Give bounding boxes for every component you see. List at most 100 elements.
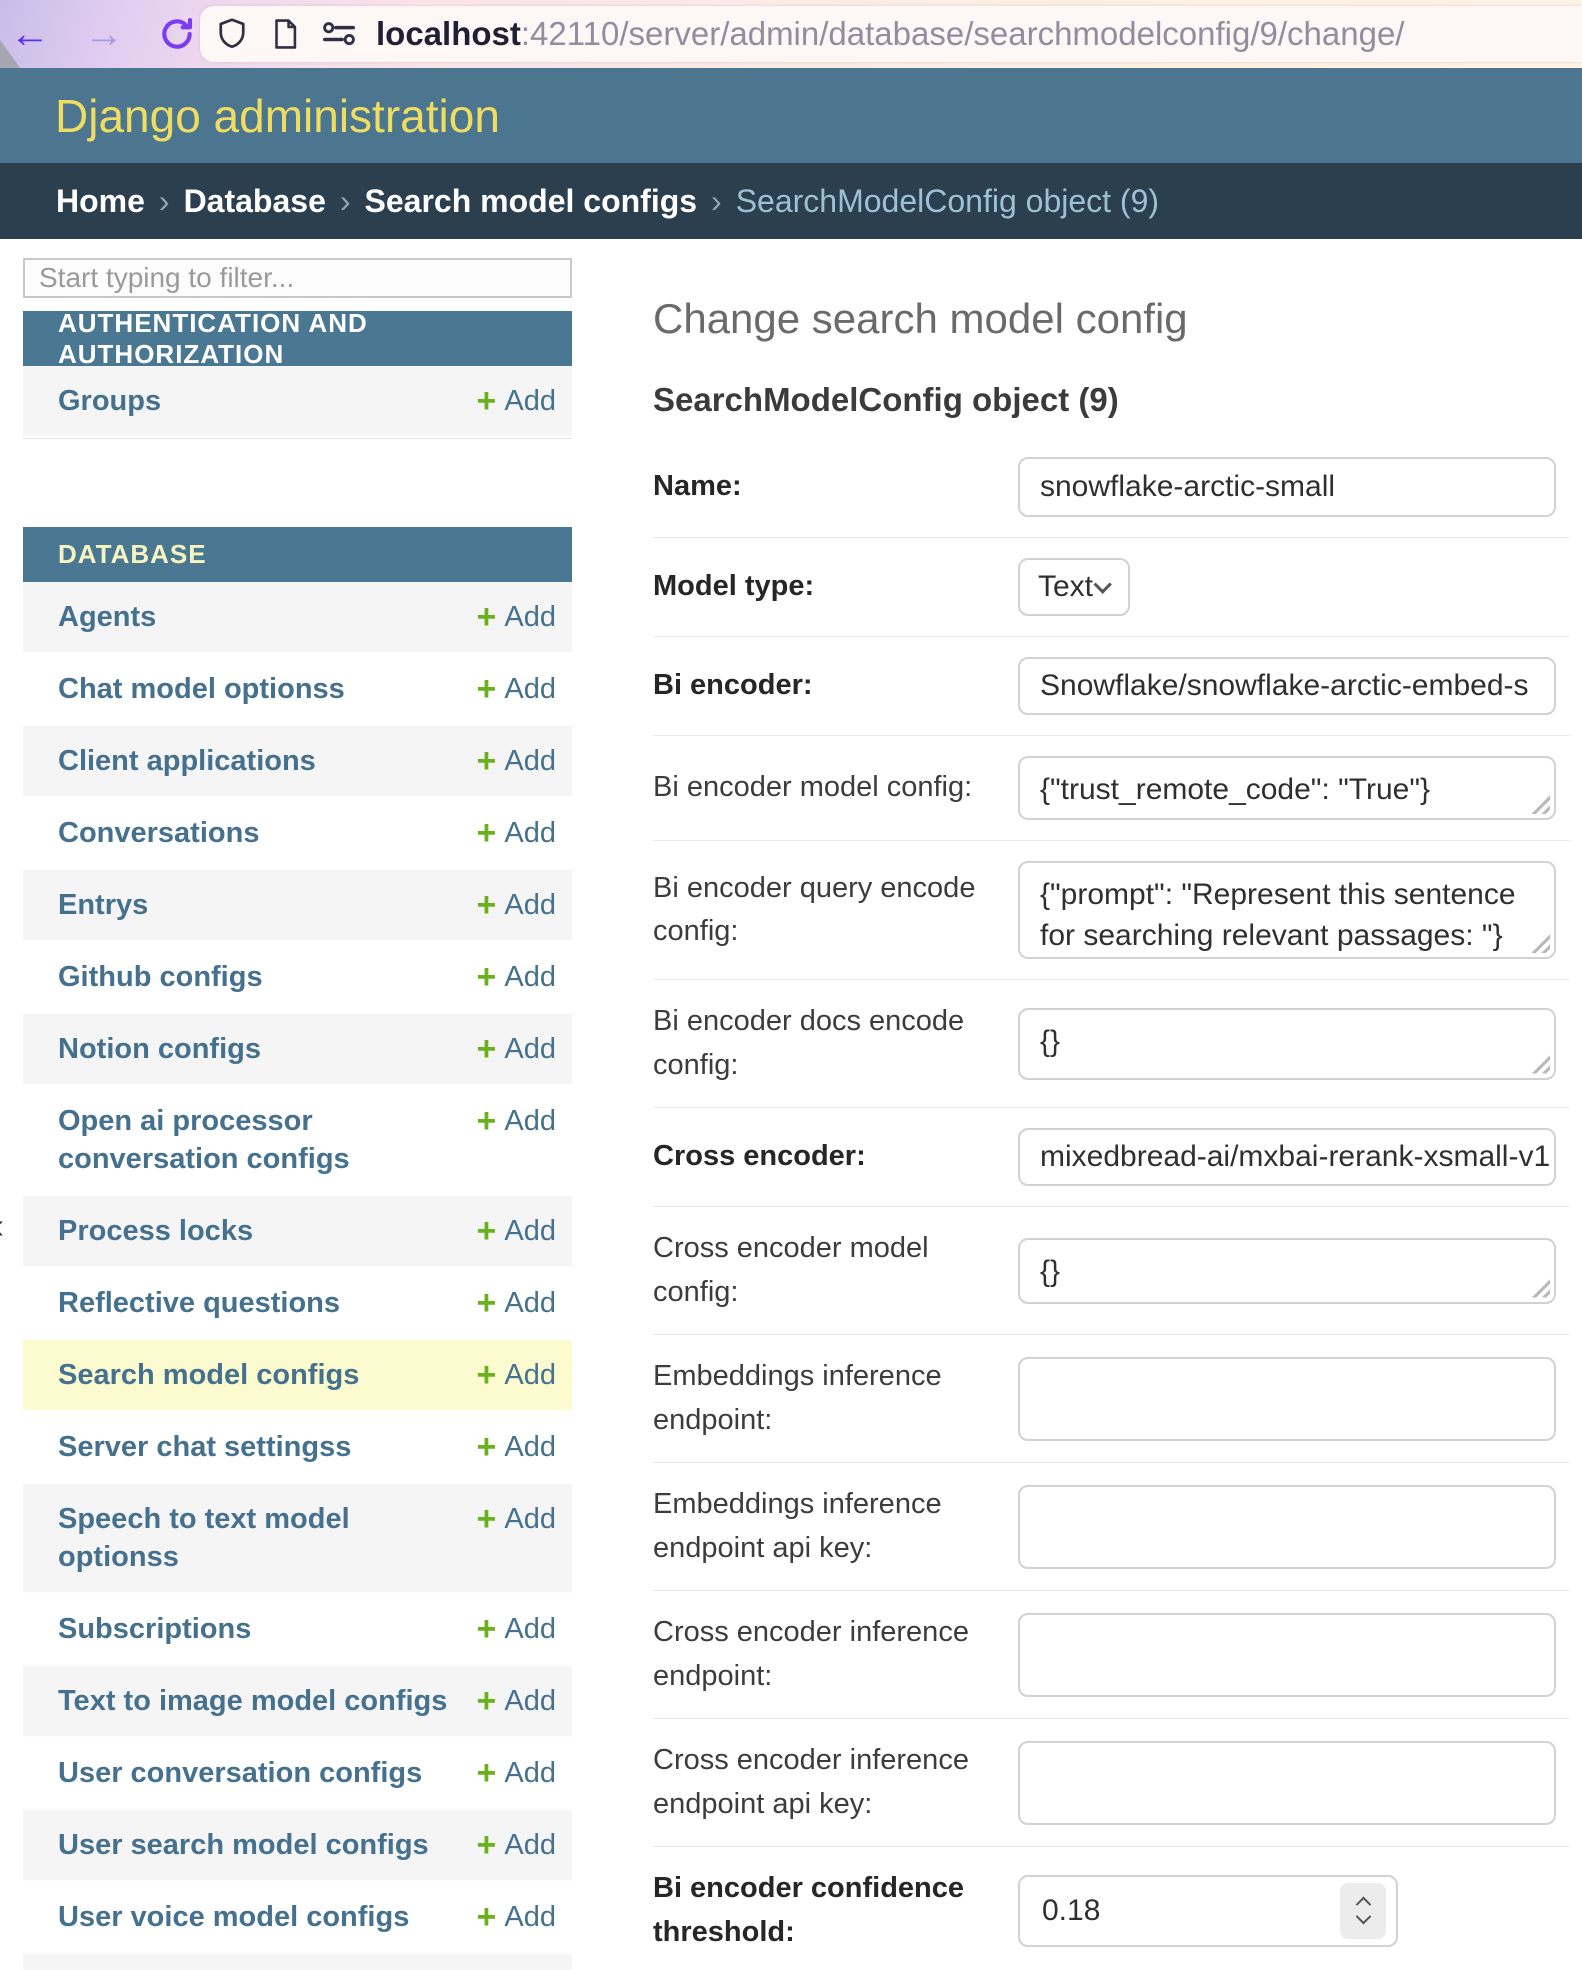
sidebar-item-server-chat-settingss[interactable]: Server chat settingss +Add [23,1412,572,1484]
add-link[interactable]: +Add [477,382,556,420]
sidebar-model-link[interactable]: Groups [58,382,161,420]
sidebar-model-link[interactable]: Subscriptions [58,1610,251,1648]
add-link[interactable]: +Add [477,742,556,780]
field-select[interactable]: Text [1018,558,1130,616]
sidebar-model-link[interactable]: User conversation configs [58,1754,422,1792]
sidebar-item-entrys[interactable]: Entrys +Add [23,870,572,942]
plus-icon: + [477,1104,497,1138]
reload-button[interactable] [158,15,196,53]
sidebar-model-link[interactable]: Conversations [58,814,259,852]
sidebar-model-link[interactable]: Notion configs [58,1030,261,1068]
form-row: Cross encoder inference endpoint api key… [653,1719,1570,1847]
sidebar-item-chat-model-optionss[interactable]: Chat model optionss +Add [23,654,572,726]
field-textarea[interactable]: {} [1018,1238,1556,1304]
spinner-down-icon[interactable] [1355,1909,1371,1925]
permissions-toggles-icon[interactable] [320,15,358,53]
add-link[interactable]: +Add [477,1356,556,1394]
sidebar-model-link[interactable]: Reflective questions [58,1284,340,1322]
add-link[interactable]: +Add [477,1610,556,1648]
add-link[interactable]: +Add [477,814,556,852]
sidebar-item-groups[interactable]: Groups +Add [23,366,572,438]
field-input[interactable]: snowflake-arctic-small [1018,457,1556,517]
sidebar-model-link[interactable]: Client applications [58,742,316,780]
resize-handle-icon[interactable] [1528,1052,1550,1074]
add-link[interactable]: +Add [477,1500,556,1538]
sidebar-item-agents[interactable]: Agents +Add [23,582,572,654]
add-link[interactable]: +Add [477,1754,556,1792]
add-link[interactable]: +Add [477,1898,556,1936]
sidebar-item-open-ai-processor-conversation-configs[interactable]: Open ai processor conversation configs+A… [23,1086,572,1196]
sidebar-item-user-conversation-configs[interactable]: User conversation configs +Add [23,1738,572,1810]
sidebar-model-link[interactable]: Process locks [58,1212,253,1250]
url-text[interactable]: localhost:42110/server/admin/database/se… [376,15,1404,53]
resize-handle-icon[interactable] [1528,792,1550,814]
sidebar-model-link[interactable]: Open ai processor conversation configs [58,1102,477,1178]
sidebar-item-user-voice-model-configs[interactable]: User voice model configs +Add [23,1882,572,1954]
add-label: Add [504,1610,556,1648]
url-host: localhost [376,15,521,52]
breadcrumb-link[interactable]: Database [184,183,326,220]
add-link[interactable]: +Add [477,1682,556,1720]
field-input[interactable] [1018,1485,1556,1569]
field-textarea[interactable]: {} [1018,1008,1556,1080]
add-link[interactable]: +Add [477,1826,556,1864]
sidebar-item-text-to-image-model-configs[interactable]: Text to image model configs +Add [23,1666,572,1738]
forward-button[interactable]: → [84,14,124,54]
url-path: :42110/server/admin/database/searchmodel… [521,15,1405,52]
sidebar-model-link[interactable]: Agents [58,598,156,636]
sidebar-item-user-search-model-configs[interactable]: User search model configs +Add [23,1810,572,1882]
sidebar-model-link[interactable]: Entrys [58,886,148,924]
sidebar-model-link[interactable]: Search model configs [58,1356,359,1394]
browser-toolbar: ← → [0,0,1582,68]
sidebar-item-client-applications[interactable]: Client applications +Add [23,726,572,798]
sidebar-item-notion-configs[interactable]: Notion configs +Add [23,1014,572,1086]
field-input[interactable] [1018,1741,1556,1825]
field-input[interactable]: Snowflake/snowflake-arctic-embed-s [1018,657,1556,715]
field-textarea[interactable]: {"trust_remote_code": "True"} [1018,756,1556,820]
breadcrumb-link[interactable]: Home [56,183,145,220]
breadcrumb-link[interactable]: Search model configs [365,183,698,220]
field-textarea[interactable]: {"prompt": "Represent this sentence for … [1018,861,1556,959]
add-link[interactable]: +Add [477,1428,556,1466]
sidebar-item-users[interactable]: Users+Add [23,1954,572,1970]
sidebar-item-search-model-configs[interactable]: Search model configs +Add [23,1340,572,1412]
sidebar-item-reflective-questions[interactable]: Reflective questions +Add [23,1268,572,1340]
sidebar-model-link[interactable]: User search model configs [58,1826,429,1864]
sidebar-model-link[interactable]: Chat model optionss [58,670,345,708]
add-link[interactable]: +Add [477,886,556,924]
field-input[interactable] [1018,1357,1556,1441]
sidebar-model-link[interactable]: Text to image model configs [58,1682,447,1720]
shield-icon[interactable] [214,16,250,52]
add-link[interactable]: +Add [477,1102,556,1140]
resize-handle-icon[interactable] [1528,931,1550,953]
sidebar-model-link[interactable]: Server chat settingss [58,1428,351,1466]
field-wrap: mixedbread-ai/mxbai-rerank-xsmall-v1 [1018,1128,1556,1186]
field-value: 0.18 [1042,1894,1100,1928]
sidebar-model-link[interactable]: Speech to text model optionss [58,1500,477,1576]
back-button[interactable]: ← [10,14,50,54]
sidebar-model-link[interactable]: Github configs [58,958,263,996]
add-link[interactable]: +Add [477,1212,556,1250]
sidebar-filter-input[interactable] [23,258,572,298]
sidebar-item-subscriptions[interactable]: Subscriptions +Add [23,1594,572,1666]
sidebar-item-conversations[interactable]: Conversations +Add [23,798,572,870]
sidebar-model-link[interactable]: User voice model configs [58,1898,409,1936]
url-bar[interactable]: localhost:42110/server/admin/database/se… [200,6,1582,62]
sidebar-item-process-locks[interactable]: Process locks +Add [23,1196,572,1268]
add-link[interactable]: +Add [477,1284,556,1322]
field-input[interactable] [1018,1613,1556,1697]
add-link[interactable]: +Add [477,958,556,996]
add-label: Add [504,742,556,780]
field-number-input[interactable]: 0.18 [1018,1875,1398,1947]
resize-handle-icon[interactable] [1528,1276,1550,1298]
add-link[interactable]: +Add [477,598,556,636]
sidebar-collapse-toggle[interactable]: ‹ [0,1205,4,1247]
number-spinner[interactable] [1340,1883,1386,1939]
sidebar-item-github-configs[interactable]: Github configs +Add [23,942,572,1014]
site-title[interactable]: Django administration [55,89,500,143]
add-link[interactable]: +Add [477,1030,556,1068]
field-input[interactable]: mixedbread-ai/mxbai-rerank-xsmall-v1 [1018,1128,1556,1186]
add-link[interactable]: +Add [477,670,556,708]
page-icon[interactable] [268,17,302,51]
sidebar-item-speech-to-text-model-optionss[interactable]: Speech to text model optionss+Add [23,1484,572,1594]
